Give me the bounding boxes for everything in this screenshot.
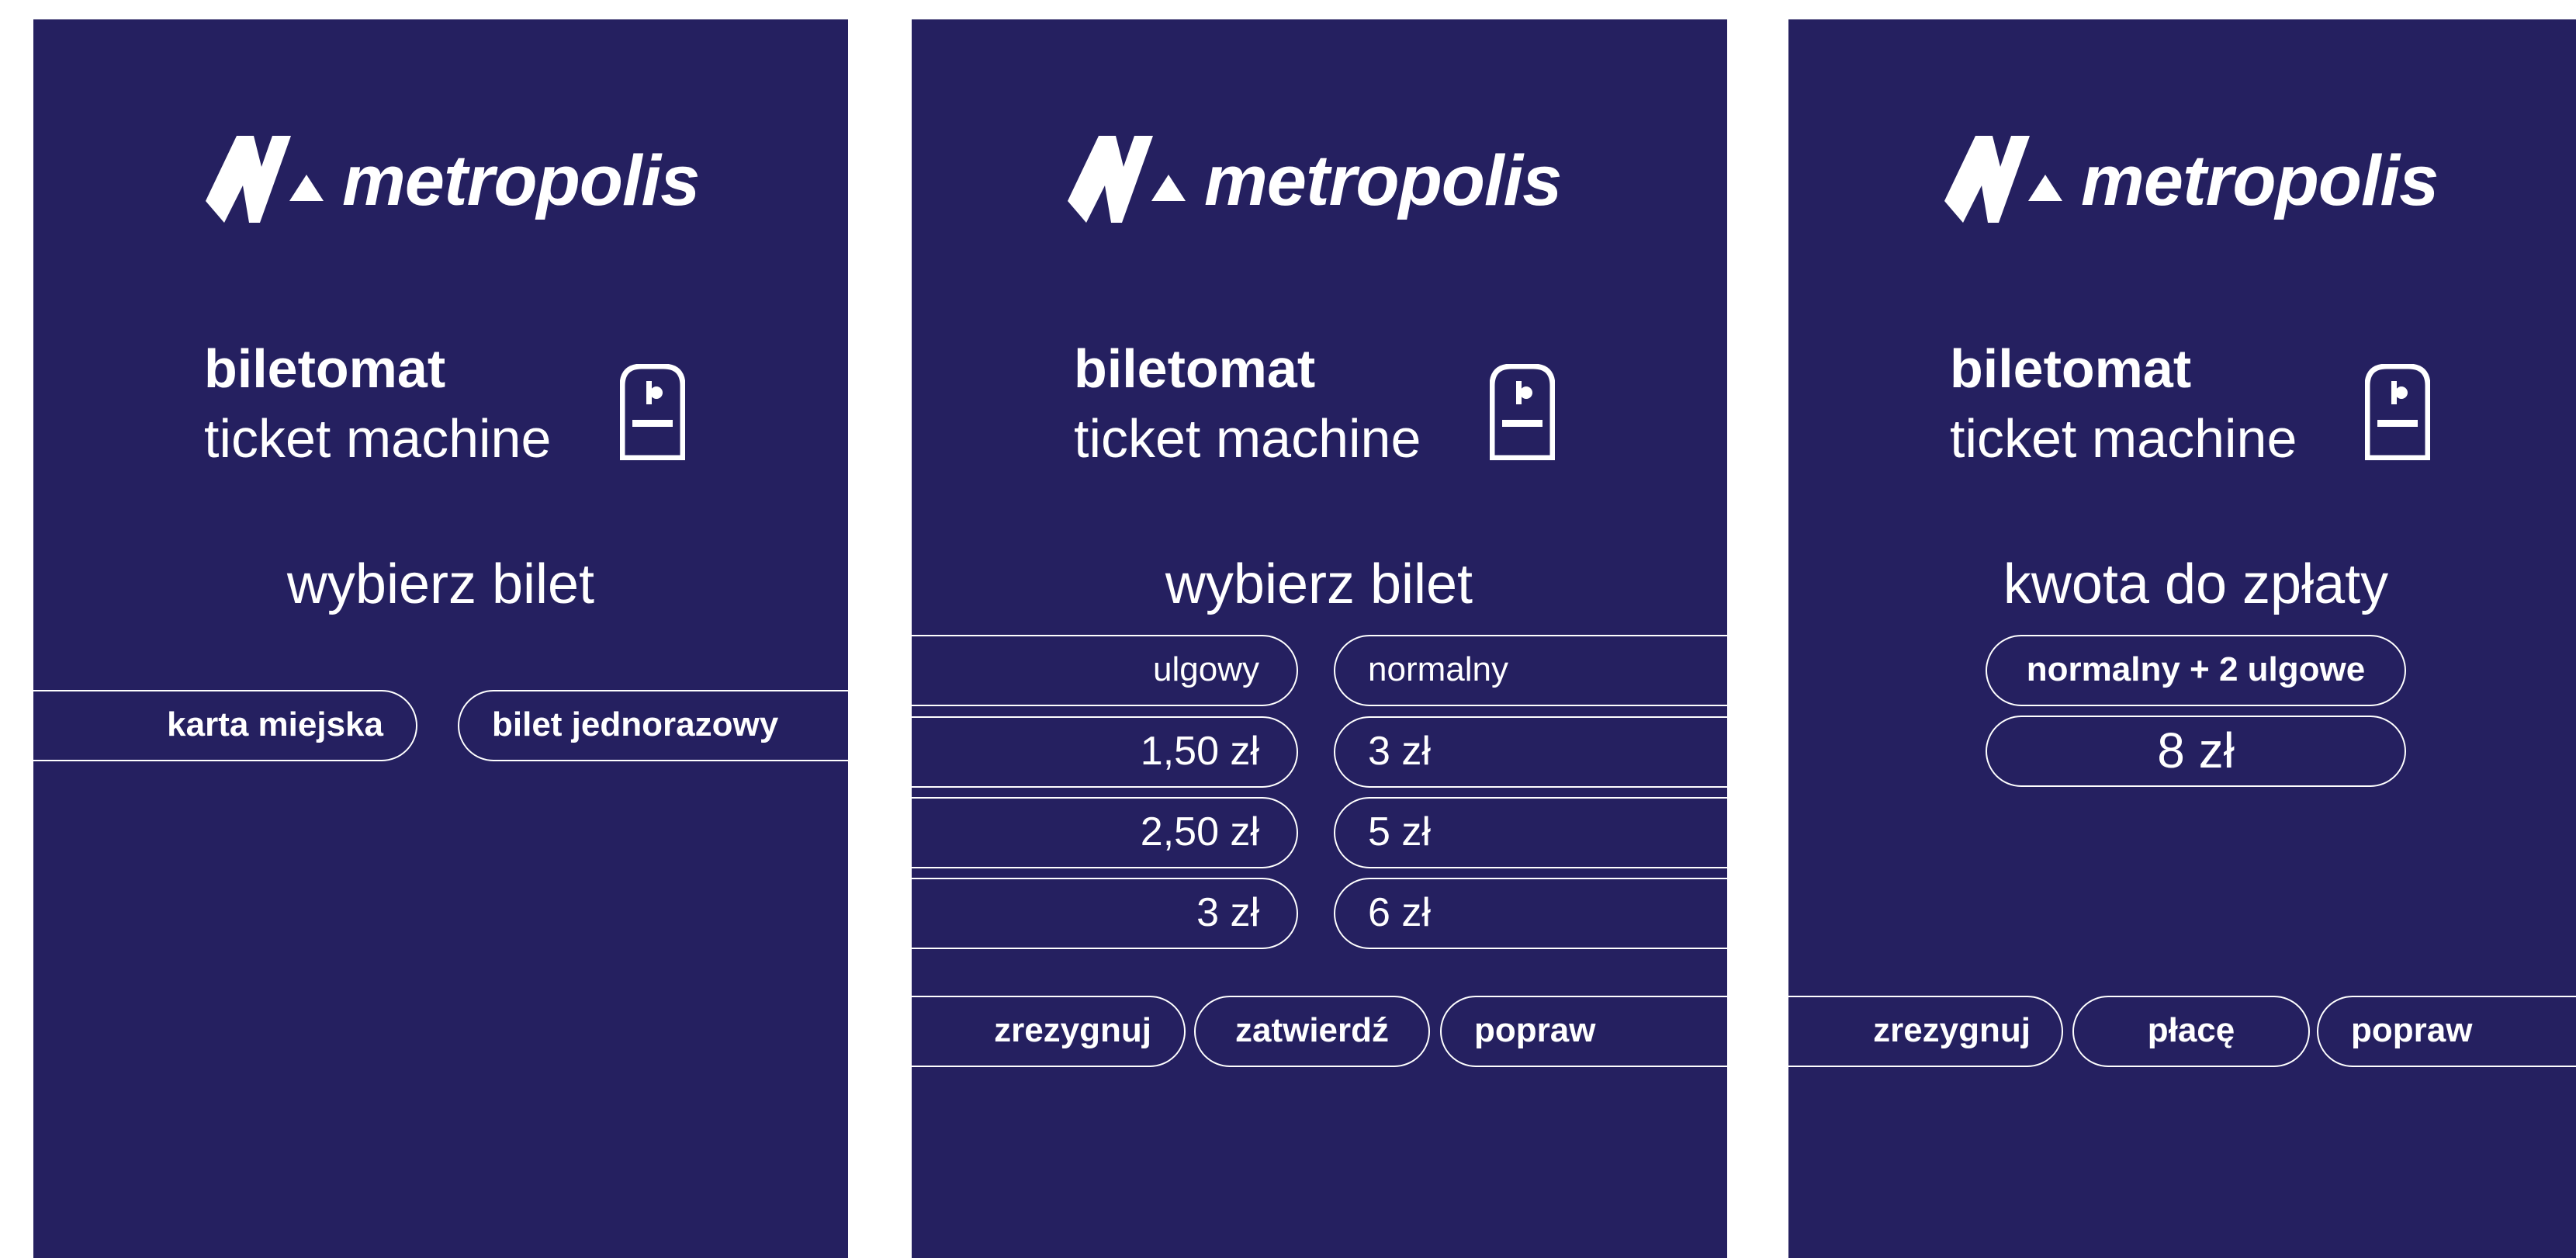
fare-reduced-option-3[interactable]: 3 zł (912, 878, 1298, 949)
header-title: biletomat (204, 338, 446, 399)
header-title: biletomat (1074, 338, 1316, 399)
header-subtitle: ticket machine (204, 408, 552, 469)
ticket-machine-icon (1490, 364, 1555, 460)
header-subtitle: ticket machine (1074, 408, 1421, 469)
header-subtitle: ticket machine (1950, 408, 2297, 469)
brand-name: metropolis (342, 141, 700, 220)
metropolis-logo-mark-icon (1944, 136, 2062, 223)
confirm-button[interactable]: zatwierdź (1194, 996, 1430, 1067)
fare-regular-option-1[interactable]: 3 zł (1334, 716, 1727, 788)
brand-name: metropolis (2081, 141, 2439, 220)
screen-prompt: kwota do zpłaty (2003, 553, 2389, 615)
brand-name: metropolis (1204, 141, 1562, 220)
correct-button[interactable]: popraw (1440, 996, 1727, 1067)
ticket-screen-select-fare: metropolis biletomat ticket machine wybi… (912, 19, 1727, 1258)
screen-prompt: wybierz bilet (1165, 553, 1473, 615)
fare-regular-option-3[interactable]: 6 zł (1334, 878, 1727, 949)
fare-regular-option-2[interactable]: 5 zł (1334, 797, 1727, 868)
ticket-screen-payment: metropolis biletomat ticket machine kwot… (1788, 19, 2576, 1258)
fare-reduced-option-1[interactable]: 1,50 zł (912, 716, 1298, 788)
fare-reduced-option-2[interactable]: 2,50 zł (912, 797, 1298, 868)
cancel-button[interactable]: zrezygnuj (912, 996, 1186, 1067)
metropolis-logo-mark-icon (206, 136, 324, 223)
option-city-card-button[interactable]: karta miejska (33, 690, 417, 761)
amount-due: 8 zł (1986, 716, 2406, 787)
option-single-ticket-button[interactable]: bilet jednorazowy (458, 690, 848, 761)
ticket-screen-select-type: metropolis biletomat ticket machine wybi… (33, 19, 848, 1258)
ticket-machine-icon (2365, 364, 2430, 460)
screen-prompt: wybierz bilet (286, 553, 595, 615)
correct-button[interactable]: popraw (2317, 996, 2576, 1067)
column-header-regular: normalny (1334, 635, 1727, 706)
metropolis-logo-mark-icon (1068, 136, 1186, 223)
ticket-machine-icon (620, 364, 685, 460)
order-summary: normalny + 2 ulgowe (1986, 635, 2406, 706)
header-title: biletomat (1950, 338, 2192, 399)
column-header-reduced: ulgowy (912, 635, 1298, 706)
pay-button[interactable]: płacę (2072, 996, 2310, 1067)
cancel-button[interactable]: zrezygnuj (1788, 996, 2063, 1067)
